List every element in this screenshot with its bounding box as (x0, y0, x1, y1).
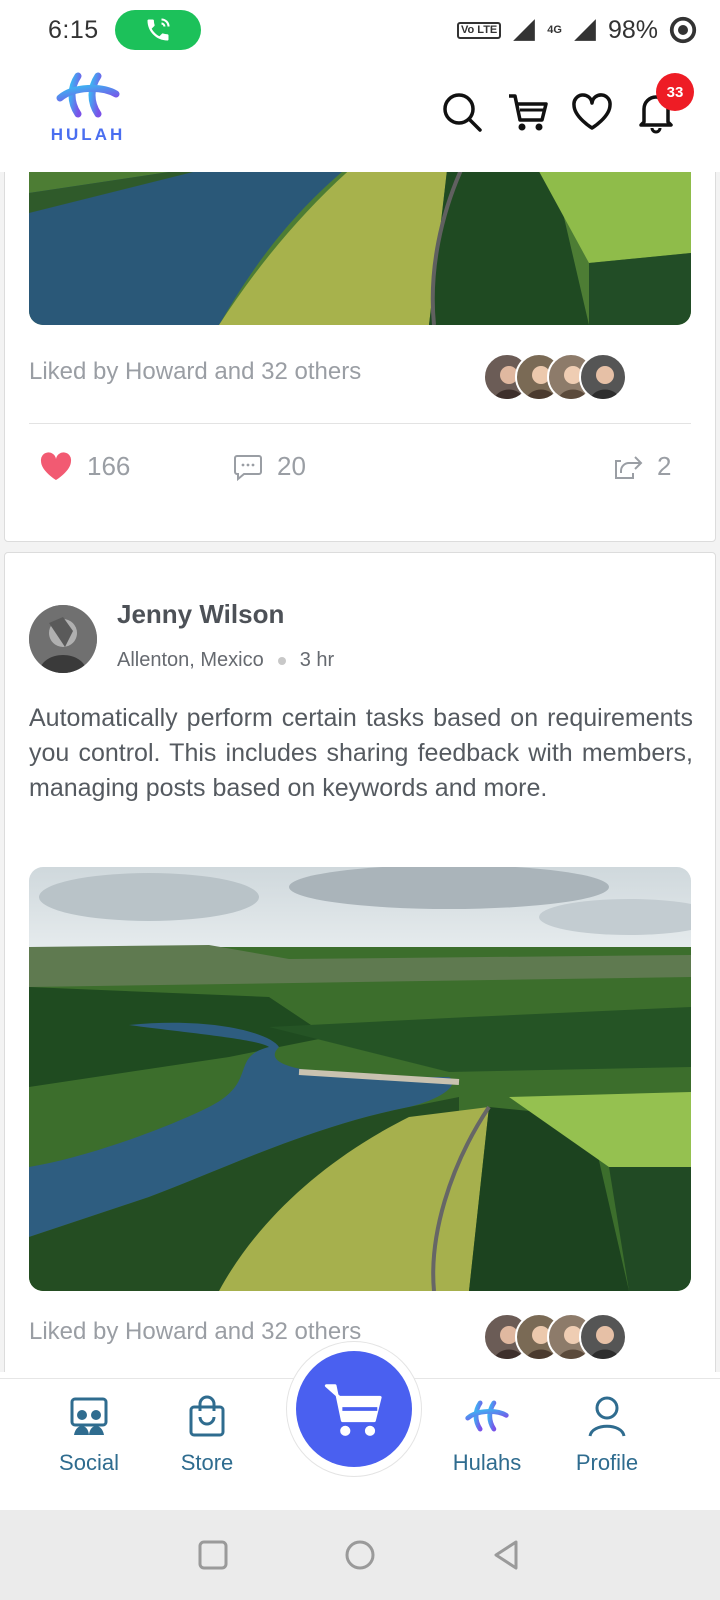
post-card: Jenny Wilson Allenton, Mexico 3 hr Autom… (4, 552, 716, 1372)
divider (29, 423, 691, 424)
liked-by-avatars[interactable] (483, 353, 633, 401)
hulah-logo-icon (56, 72, 120, 118)
like-count: 166 (87, 451, 131, 481)
status-time: 6:15 (48, 15, 99, 44)
phone-call-icon (147, 18, 170, 41)
recent-apps-icon[interactable] (196, 1538, 230, 1572)
nav-profile[interactable]: Profile (552, 1395, 662, 1476)
author-avatar[interactable] (29, 605, 97, 673)
cart-fab-button[interactable] (296, 1351, 412, 1467)
share-count: 2 (657, 451, 672, 481)
notification-badge[interactable]: 33 (656, 73, 694, 111)
share-icon (615, 455, 643, 479)
separator-dot (277, 656, 286, 665)
nav-hulahs[interactable]: Hulahs (432, 1395, 542, 1476)
post-time: 3 hr (299, 649, 335, 671)
nav-social[interactable]: Social (34, 1395, 144, 1476)
hulah-logo-icon (465, 1400, 509, 1432)
author-name[interactable]: Jenny Wilson (117, 599, 284, 630)
social-icon (70, 1397, 108, 1435)
liked-by-text[interactable]: Liked by Howard and 32 others (29, 1318, 361, 1346)
share-stat[interactable]: 2 (613, 451, 671, 482)
heart-icon[interactable] (570, 90, 614, 134)
status-bar: 6:15 Vo LTE 4G 98% (0, 0, 720, 60)
logo-text: HULAH (50, 125, 126, 144)
avatar (579, 353, 627, 401)
system-navigation-bar (0, 1510, 720, 1600)
post-image[interactable] (29, 867, 691, 1291)
like-stat[interactable]: 166 (39, 451, 130, 482)
nav-store-label: Store (180, 1450, 234, 1475)
post-meta: Allenton, Mexico 3 hr (117, 649, 334, 672)
signal-icon (513, 19, 536, 41)
battery-saver-icon (669, 16, 697, 44)
ongoing-call-indicator[interactable] (114, 10, 201, 50)
battery-percent: 98% (607, 15, 658, 44)
signal-icon-2 (574, 19, 596, 41)
volte-icon: Vo LTE (457, 21, 502, 39)
comment-count: 20 (277, 451, 306, 481)
home-icon[interactable] (343, 1538, 377, 1572)
nav-social-label: Social (59, 1450, 119, 1475)
cart-icon (324, 1384, 382, 1436)
nav-store[interactable]: Store (152, 1395, 262, 1476)
post-card: Liked by Howard and 32 others 166 20 2 (4, 172, 716, 542)
post-text: Automatically perform certain tasks base… (29, 704, 693, 802)
app-header: HULAH 33 (0, 60, 720, 172)
cart-fab[interactable] (286, 1341, 422, 1477)
back-icon[interactable] (490, 1538, 524, 1572)
cart-icon[interactable] (506, 90, 550, 134)
post-image[interactable] (29, 172, 691, 325)
search-icon[interactable] (440, 90, 484, 134)
network-type: 4G (547, 24, 562, 36)
bottom-navigation: Social Store Hulahs Profile (0, 1341, 720, 1510)
comment-stat[interactable]: 20 (233, 451, 306, 482)
comment-icon (234, 454, 262, 481)
hulah-logo[interactable]: HULAH (50, 72, 126, 145)
avatar (579, 1313, 627, 1361)
nav-profile-label: Profile (575, 1450, 639, 1475)
nav-hulahs-label: Hulahs (452, 1450, 522, 1475)
shopping-bag-icon (189, 1395, 225, 1437)
user-icon (588, 1396, 626, 1437)
heart-filled-icon (40, 451, 72, 480)
post-location: Allenton, Mexico (117, 649, 264, 671)
liked-by-avatars[interactable] (483, 1313, 633, 1361)
liked-by-text[interactable]: Liked by Howard and 32 others (29, 358, 361, 386)
feed[interactable]: Liked by Howard and 32 others 166 20 2 J… (0, 172, 720, 1372)
status-indicators: Vo LTE 4G 98% (457, 15, 698, 45)
